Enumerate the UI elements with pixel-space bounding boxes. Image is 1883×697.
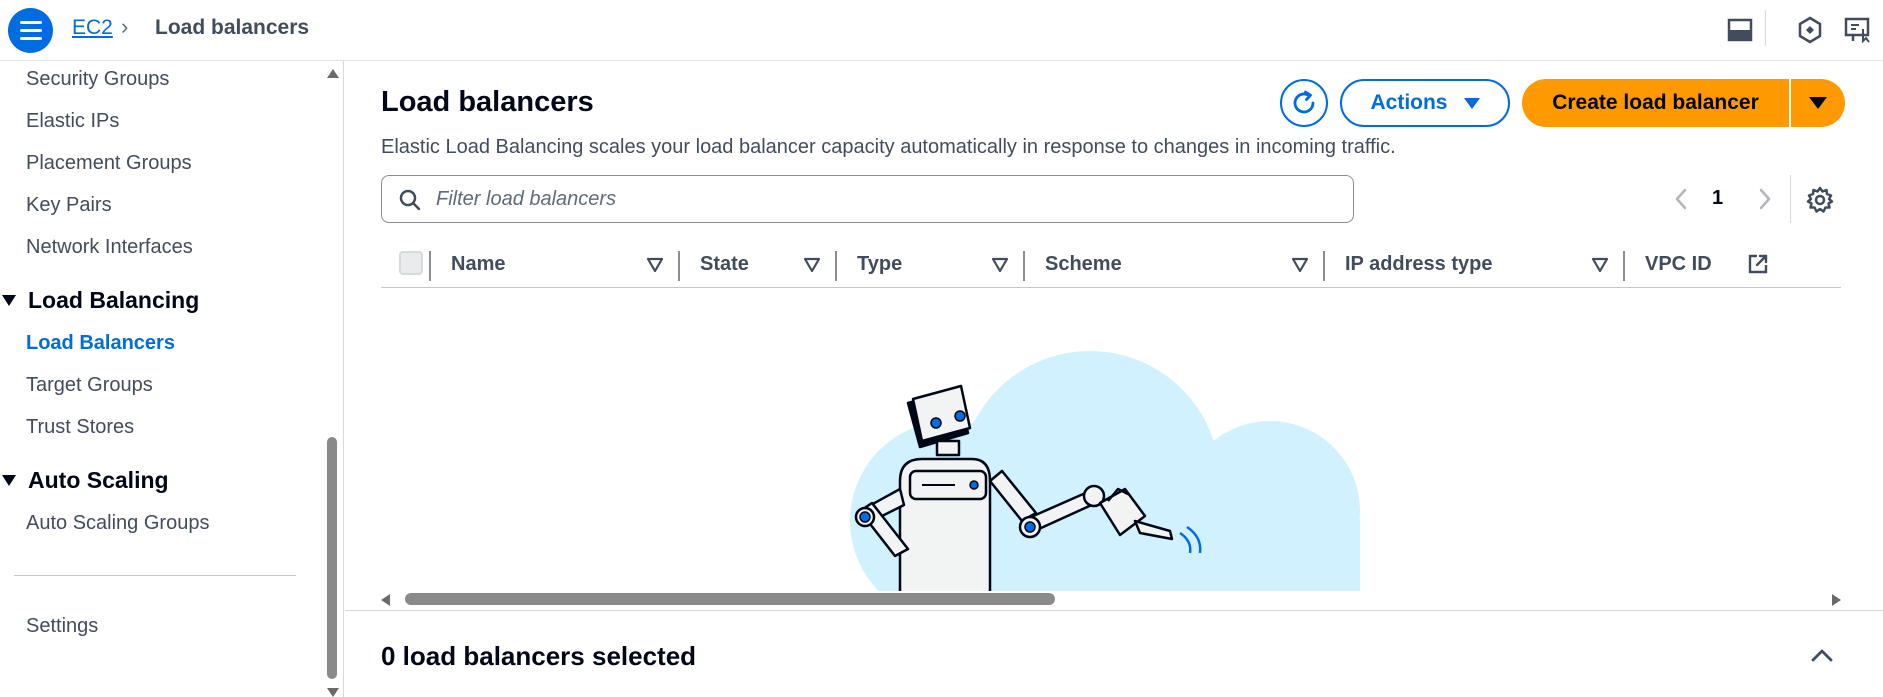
display-icon[interactable] [1843, 15, 1873, 45]
caret-down-icon [1809, 97, 1827, 109]
column-header-scheme[interactable]: Scheme [1045, 253, 1122, 276]
sidebar-item-target-groups[interactable]: Target Groups [26, 374, 153, 397]
top-bar-divider [1765, 10, 1766, 46]
menu-icon-line [19, 29, 42, 32]
scroll-left-arrow-icon[interactable] [381, 594, 390, 606]
menu-button[interactable] [8, 8, 53, 53]
sidebar-item-security-groups[interactable]: Security Groups [26, 68, 169, 91]
empty-state-robot-illustration [850, 351, 1360, 591]
sidebar-item-elastic-ips[interactable]: Elastic IPs [26, 110, 119, 133]
search-icon [399, 189, 421, 211]
pager-divider [1790, 175, 1791, 223]
column-divider[interactable] [429, 251, 431, 281]
previous-page-icon[interactable] [1670, 186, 1692, 212]
sidebar-section-auto-scaling[interactable]: Auto Scaling [0, 467, 169, 494]
filter-box [381, 175, 1354, 223]
filter-load-balancers-input[interactable] [436, 184, 1336, 214]
page-description: Elastic Load Balancing scales your load … [381, 136, 1396, 158]
sort-icon[interactable] [1591, 257, 1609, 273]
sidebar-item-network-interfaces[interactable]: Network Interfaces [26, 236, 193, 259]
scrollbar-thumb[interactable] [327, 437, 337, 679]
sort-icon[interactable] [646, 257, 664, 273]
breadcrumb-current: Load balancers [155, 16, 310, 39]
caret-down-icon [2, 475, 16, 487]
create-load-balancer-button[interactable]: Create load balancer [1522, 79, 1789, 127]
scroll-down-arrow-icon[interactable] [327, 688, 339, 697]
column-header-ip-address-type[interactable]: IP address type [1345, 253, 1492, 276]
side-navigation: Security Groups Elastic IPs Placement Gr… [0, 61, 344, 697]
settings-gear-icon[interactable] [1805, 185, 1835, 215]
column-header-state[interactable]: State [700, 253, 749, 276]
column-divider[interactable] [678, 251, 680, 281]
column-header-vpc-id[interactable]: VPC ID [1645, 253, 1712, 276]
horizontal-scrollbar-thumb[interactable] [405, 593, 1055, 605]
sort-icon[interactable] [991, 257, 1009, 273]
sidebar-section-load-balancing[interactable]: Load Balancing [0, 287, 199, 314]
sort-icon[interactable] [1291, 257, 1309, 273]
column-header-type[interactable]: Type [857, 253, 902, 276]
menu-icon-line [19, 37, 42, 40]
sidebar-item-key-pairs[interactable]: Key Pairs [26, 194, 112, 217]
sidebar-item-trust-stores[interactable]: Trust Stores [26, 416, 134, 439]
sidebar-item-load-balancers[interactable]: Load Balancers [26, 332, 175, 355]
sidebar-item-placement-groups[interactable]: Placement Groups [26, 152, 192, 175]
column-divider[interactable] [1323, 251, 1325, 281]
external-link-icon[interactable] [1747, 253, 1769, 275]
sidebar-item-settings[interactable]: Settings [26, 615, 98, 638]
sidebar-divider [14, 575, 296, 576]
sort-icon[interactable] [803, 257, 821, 273]
section-label: Auto Scaling [28, 467, 169, 493]
selection-summary: 0 load balancers selected [381, 641, 697, 671]
split-panel-icon[interactable] [1725, 15, 1755, 45]
sidebar-item-auto-scaling-groups[interactable]: Auto Scaling Groups [26, 512, 209, 535]
page-number-button[interactable]: 1 [1712, 187, 1723, 210]
chevron-up-icon[interactable] [1809, 645, 1835, 665]
page-title: Load balancers [381, 86, 594, 118]
breadcrumb-ec2-link[interactable]: EC2 [72, 16, 113, 40]
refresh-button[interactable] [1280, 79, 1328, 127]
column-header-name[interactable]: Name [451, 253, 505, 276]
scroll-up-arrow-icon[interactable] [327, 69, 339, 78]
section-label: Load Balancing [28, 287, 200, 313]
top-navigation-bar: EC2 › Load balancers [0, 0, 1883, 61]
table-header: Name State Type Scheme IP address type V… [381, 244, 1841, 288]
next-page-icon[interactable] [1754, 186, 1776, 212]
caret-down-icon [1463, 97, 1480, 109]
column-divider[interactable] [1623, 251, 1625, 281]
caret-down-icon [2, 295, 16, 307]
sidebar-scrollbar[interactable] [326, 69, 339, 697]
scroll-right-arrow-icon[interactable] [1832, 594, 1841, 606]
column-divider[interactable] [835, 251, 837, 281]
chevron-right-icon: › [121, 14, 129, 39]
column-divider[interactable] [1023, 251, 1025, 281]
actions-dropdown-button[interactable]: Actions [1340, 79, 1510, 127]
main-content: Load balancers Actions Create load balan… [345, 61, 1883, 610]
actions-label: Actions [1370, 91, 1448, 114]
refresh-icon [1293, 90, 1315, 114]
menu-icon-line [19, 21, 42, 24]
select-all-checkbox[interactable] [399, 251, 423, 275]
create-options-dropdown-button[interactable] [1791, 79, 1845, 127]
hexagon-icon[interactable] [1795, 15, 1825, 45]
split-panel: 0 load balancers selected [345, 610, 1883, 697]
horizontal-scrollbar[interactable] [381, 591, 1841, 607]
